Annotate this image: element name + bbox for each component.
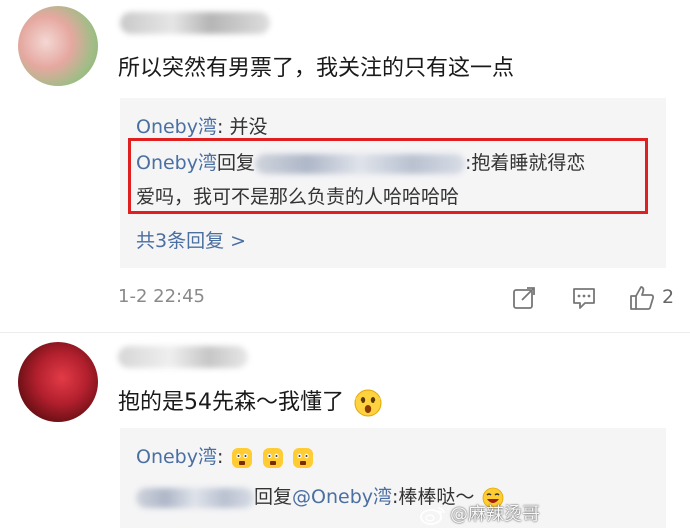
comment-text: 所以突然有男票了，我关注的只有这一点 (118, 56, 515, 81)
weibo-logo-icon (420, 505, 446, 525)
thumbs-up-icon[interactable] (628, 284, 656, 312)
reply-preview-box[interactable]: Oneby湾: 回复@Oneby湾:棒棒哒～ (120, 428, 666, 528)
reply-text: : 并没 (217, 116, 268, 138)
avatar[interactable] (18, 6, 98, 86)
divider (0, 332, 690, 333)
share-icon[interactable] (510, 284, 538, 312)
reply-word: 回复 (217, 152, 256, 174)
reply-line: Oneby湾: 并没 (136, 112, 267, 139)
username-blurred[interactable] (136, 487, 254, 508)
shocked-face-emoji-icon (353, 388, 383, 418)
timestamp: 1-2 22:45 (118, 286, 205, 307)
comment-body: 抱的是54先森～我懂了 (118, 390, 344, 415)
comment-thread: 所以突然有男票了，我关注的只有这一点 Oneby湾: 并没 Oneby湾回复:抱… (0, 0, 690, 528)
more-replies-link[interactable]: 共3条回复 > (136, 226, 246, 253)
reply-text: :抱着睡就得恋 (465, 152, 586, 174)
mention-blurred[interactable] (255, 153, 466, 174)
reply-author[interactable]: Oneby湾 (136, 152, 217, 174)
reply-author[interactable]: Oneby湾 (136, 446, 217, 468)
reply-line: Oneby湾回复 :抱着睡就得恋 (136, 148, 585, 175)
reply-text: : (217, 446, 224, 468)
scared-face-emoji-icon (262, 447, 284, 469)
comment-text: 抱的是54先森～我懂了 (118, 384, 383, 418)
mention-link[interactable]: @Oneby湾 (292, 486, 392, 508)
reply-preview-box[interactable]: Oneby湾: 并没 Oneby湾回复 :抱着睡就得恋 爱吗，我可不是那么负责的人… (120, 98, 666, 268)
watermark-text: @麻辣烫哥 (450, 504, 540, 525)
scared-face-emoji-icon (231, 447, 253, 469)
reply-line-continued: 爱吗，我可不是那么负责的人哈哈哈哈 (136, 186, 460, 208)
scared-face-emoji-icon (292, 447, 314, 469)
comment-icon[interactable] (570, 284, 598, 312)
watermark: @麻辣烫哥 (420, 500, 540, 526)
username-blurred[interactable] (118, 346, 248, 368)
reply-author[interactable]: Oneby湾 (136, 116, 217, 138)
reply-word: 回复 (254, 486, 293, 508)
comment-meta: 1-2 22:45 2 (118, 284, 678, 314)
username-blurred[interactable] (120, 12, 270, 34)
avatar[interactable] (18, 342, 98, 422)
reply-line: Oneby湾: (136, 442, 314, 469)
like-count: 2 (662, 286, 675, 308)
